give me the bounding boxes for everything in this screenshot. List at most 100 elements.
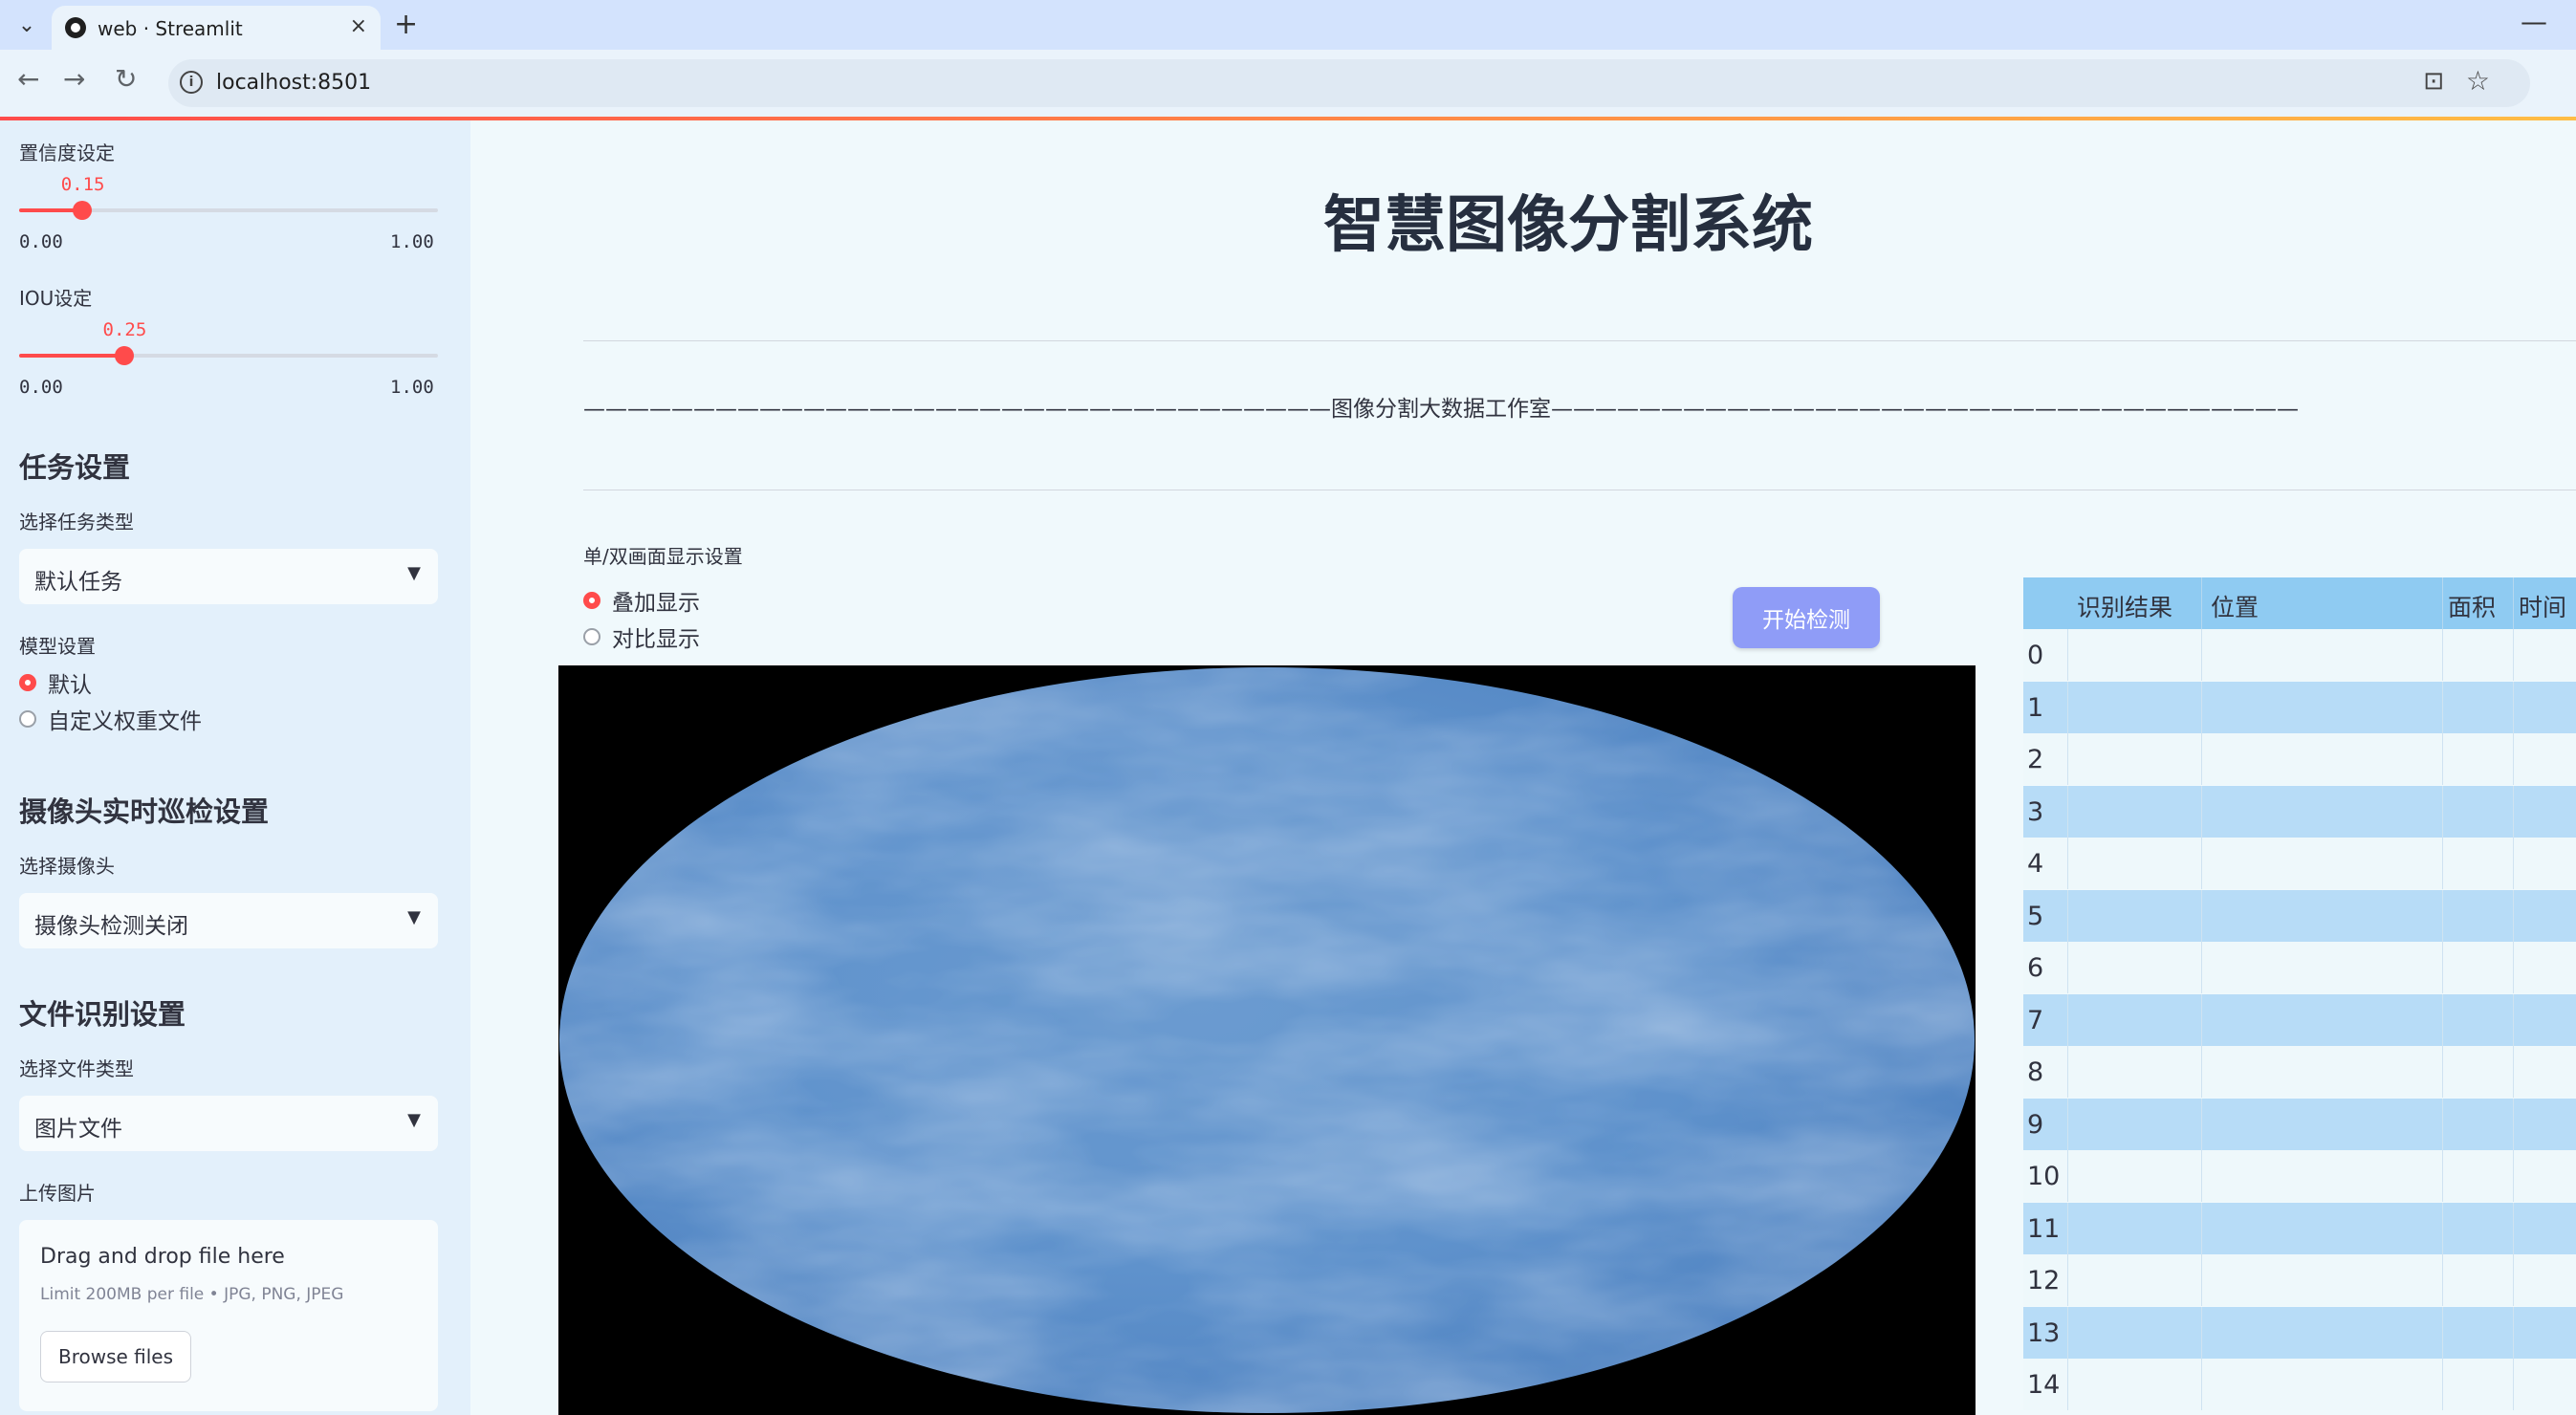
site-info-icon[interactable]: i	[180, 71, 203, 94]
column-gridline	[2442, 629, 2443, 681]
camera-select[interactable]: 摄像头检测关闭 ▼	[19, 893, 438, 948]
confidence-slider[interactable]	[19, 201, 438, 220]
column-gridline	[2513, 942, 2514, 993]
column-gridline	[2201, 1150, 2202, 1202]
table-row[interactable]: 8	[2023, 1046, 2576, 1098]
column-gridline	[2201, 785, 2202, 838]
model-option-custom[interactable]: 自定义权重文件	[19, 704, 202, 734]
column-gridline	[2067, 733, 2068, 785]
url-text[interactable]: localhost:8501	[216, 71, 371, 95]
start-detection-button[interactable]: 开始检测	[1733, 587, 1880, 648]
header-position[interactable]: 位置	[2211, 589, 2259, 623]
table-row[interactable]: 7	[2023, 993, 2576, 1046]
column-gridline	[2067, 1359, 2068, 1410]
row-index: 7	[2027, 1005, 2044, 1035]
header-time[interactable]: 时间	[2519, 589, 2566, 623]
column-gridline	[2513, 1150, 2514, 1202]
row-index: 10	[2027, 1162, 2061, 1191]
column-gridline	[2513, 629, 2514, 681]
table-row[interactable]: 14	[2023, 1359, 2576, 1410]
iou-min: 0.00	[19, 377, 63, 398]
column-gridline	[2067, 942, 2068, 993]
column-gridline	[2442, 1150, 2443, 1202]
new-tab-icon[interactable]: +	[394, 8, 418, 41]
row-index: 3	[2027, 796, 2044, 827]
table-row[interactable]: 9	[2023, 1098, 2576, 1150]
detection-image	[558, 665, 1976, 1415]
column-gridline	[2067, 1254, 2068, 1306]
table-row[interactable]: 10	[2023, 1150, 2576, 1202]
table-row[interactable]: 11	[2023, 1202, 2576, 1254]
column-gridline	[2067, 1098, 2068, 1150]
row-index: 9	[2027, 1109, 2044, 1140]
browser-toolbar: ← → ↻ i localhost:8501 ⊡ ☆	[0, 50, 2576, 117]
table-row[interactable]: 1	[2023, 681, 2576, 733]
table-row[interactable]: 12	[2023, 1254, 2576, 1306]
file-type-select[interactable]: 图片文件 ▼	[19, 1096, 438, 1151]
tab-title: web · Streamlit	[98, 17, 243, 40]
column-gridline	[2442, 1046, 2443, 1098]
header-result[interactable]: 识别结果	[2077, 589, 2172, 623]
column-gridline	[2201, 993, 2202, 1046]
table-row[interactable]: 5	[2023, 889, 2576, 942]
table-row[interactable]: 2	[2023, 733, 2576, 785]
browser-tab[interactable]: web · Streamlit ×	[52, 6, 381, 50]
iou-max: 1.00	[390, 377, 434, 398]
column-gridline	[2442, 733, 2443, 785]
column-gridline	[2513, 733, 2514, 785]
task-type-value: 默认任务	[34, 570, 122, 595]
bookmark-star-icon[interactable]: ☆	[2466, 65, 2490, 97]
iou-label: IOU设定	[19, 287, 93, 310]
column-gridline	[2201, 733, 2202, 785]
table-row[interactable]: 6	[2023, 942, 2576, 993]
column-gridline	[2201, 629, 2202, 681]
browse-files-button[interactable]: Browse files	[40, 1331, 191, 1382]
table-row[interactable]: 0	[2023, 629, 2576, 681]
file-dropzone[interactable]: Drag and drop file here Limit 200MB per …	[19, 1220, 438, 1411]
column-gridline	[2067, 993, 2068, 1046]
main-content: 智慧图像分割系统 ———————————————————————————————…	[470, 120, 2576, 1415]
column-gridline	[2201, 1254, 2202, 1306]
iou-slider-thumb[interactable]	[114, 346, 134, 365]
display-option-overlay[interactable]: 叠加显示	[583, 585, 700, 616]
forward-arrow-icon[interactable]: →	[63, 63, 85, 95]
radio-unselected-icon	[19, 710, 36, 728]
sidebar: 置信度设定 0.15 0.00 1.00 IOU设定 0.25 0.00 1.0…	[0, 120, 470, 1415]
column-separator	[2442, 577, 2443, 629]
page-subtitle: ——————————————————————————————————图像分割大数…	[583, 397, 2299, 422]
tab-search-chevron-icon[interactable]: ⌄	[10, 8, 44, 42]
column-gridline	[2442, 1254, 2443, 1306]
confidence-slider-thumb[interactable]	[72, 201, 92, 220]
column-gridline	[2513, 838, 2514, 889]
column-gridline	[2442, 1359, 2443, 1410]
column-separator	[2513, 577, 2514, 629]
row-index: 12	[2027, 1266, 2061, 1295]
page-title: 智慧图像分割系统	[1323, 190, 1813, 261]
model-option-default[interactable]: 默认	[19, 667, 92, 698]
address-bar[interactable]: i localhost:8501 ⊡ ☆	[168, 59, 2530, 107]
iou-slider[interactable]	[19, 346, 438, 365]
divider	[583, 340, 2576, 341]
window-minimize-icon[interactable]: —	[2521, 6, 2547, 37]
task-type-select[interactable]: 默认任务 ▼	[19, 549, 438, 604]
row-index: 8	[2027, 1057, 2044, 1087]
column-separator	[2201, 577, 2202, 629]
display-option-label: 对比显示	[612, 627, 700, 652]
radio-selected-icon	[19, 674, 36, 691]
column-gridline	[2513, 1202, 2514, 1254]
table-row[interactable]: 13	[2023, 1306, 2576, 1359]
display-option-compare[interactable]: 对比显示	[583, 621, 700, 652]
reload-icon[interactable]: ↻	[115, 63, 137, 95]
column-gridline	[2067, 1202, 2068, 1254]
table-row[interactable]: 4	[2023, 838, 2576, 889]
column-gridline	[2442, 889, 2443, 942]
column-gridline	[2067, 838, 2068, 889]
browser-tab-bar: ⌄ web · Streamlit × + —	[0, 0, 2576, 50]
table-row[interactable]: 3	[2023, 785, 2576, 838]
back-arrow-icon[interactable]: ←	[17, 63, 39, 95]
translate-icon[interactable]: ⊡	[2423, 67, 2444, 96]
row-index: 13	[2027, 1317, 2061, 1348]
tab-close-icon[interactable]: ×	[350, 14, 367, 38]
header-area[interactable]: 面积	[2448, 589, 2496, 623]
display-option-label: 叠加显示	[612, 591, 700, 616]
